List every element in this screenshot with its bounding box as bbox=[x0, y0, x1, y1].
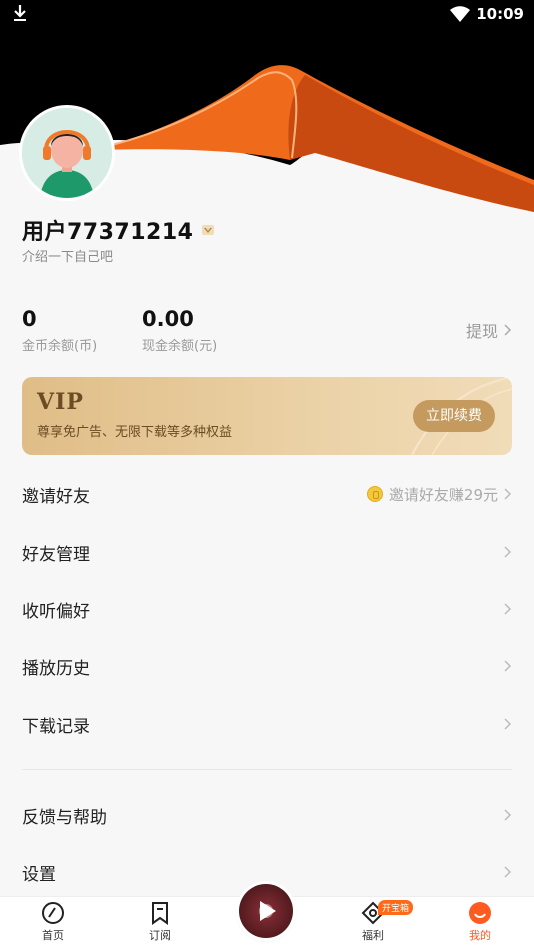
now-playing-button[interactable] bbox=[239, 884, 293, 938]
welfare-badge: 开宝箱 bbox=[378, 900, 414, 915]
mine-icon bbox=[469, 902, 491, 924]
username: 用户77371214 bbox=[22, 220, 194, 245]
withdraw-button[interactable]: 提现 bbox=[466, 318, 512, 342]
vip-level-icon bbox=[202, 225, 215, 235]
coin-balance[interactable]: 0 金币余额(币) bbox=[22, 307, 97, 354]
menu-settings-label: 设置 bbox=[22, 864, 56, 885]
tab-subscribe[interactable]: 订阅 bbox=[130, 900, 190, 943]
coin-balance-label: 金币余额(币) bbox=[22, 339, 98, 354]
download-icon bbox=[14, 5, 26, 21]
chevron-right-icon bbox=[504, 660, 512, 672]
chevron-right-icon bbox=[504, 809, 512, 821]
status-time: 10:09 bbox=[476, 5, 524, 23]
menu-divider bbox=[22, 769, 512, 770]
chevron-right-icon bbox=[504, 324, 512, 336]
menu-invite-friends-label: 邀请好友 bbox=[22, 486, 90, 507]
menu-listening-preferences-label: 收听偏好 bbox=[22, 601, 90, 622]
coin-icon bbox=[366, 486, 383, 502]
tab-mine-label: 我的 bbox=[469, 929, 491, 942]
chevron-right-icon bbox=[504, 546, 512, 558]
status-bar: 10:09 bbox=[0, 0, 534, 30]
renew-vip-button[interactable]: 立即续费 bbox=[413, 400, 495, 432]
tab-welfare-label: 福利 bbox=[362, 929, 384, 942]
chevron-right-icon bbox=[504, 603, 512, 615]
withdraw-label: 提现 bbox=[465, 322, 498, 341]
tab-home-label: 首页 bbox=[42, 929, 64, 942]
menu-friend-management[interactable]: 好友管理 bbox=[22, 534, 512, 570]
avatar[interactable] bbox=[22, 108, 112, 198]
cash-balance-value: 0.00 bbox=[142, 307, 194, 331]
cash-balance-label: 现金余额(元) bbox=[142, 339, 218, 354]
bottom-tab-bar: 首页 订阅 福利 开宝箱 我的 bbox=[0, 884, 534, 950]
tab-mine[interactable]: 我的 bbox=[450, 900, 510, 943]
invite-reward-hint: 邀请好友赚29元 bbox=[388, 485, 498, 504]
chevron-right-icon bbox=[504, 866, 512, 878]
vip-card[interactable]: VIP 尊享免广告、无限下载等多种权益 立即续费 bbox=[22, 377, 512, 455]
vip-description: 尊享免广告、无限下载等多种权益 bbox=[37, 425, 233, 440]
menu-friend-management-label: 好友管理 bbox=[22, 544, 90, 565]
chevron-right-icon bbox=[504, 488, 512, 500]
home-gauge-icon bbox=[42, 902, 64, 924]
vip-title: VIP bbox=[37, 389, 84, 415]
bookmark-icon bbox=[152, 902, 168, 925]
tab-subscribe-label: 订阅 bbox=[149, 929, 171, 942]
wifi-icon bbox=[450, 6, 471, 22]
tab-home[interactable]: 首页 bbox=[23, 900, 83, 943]
menu-invite-friends[interactable]: 邀请好友 邀请好友赚29元 bbox=[22, 476, 512, 512]
menu-download-records-label: 下载记录 bbox=[22, 716, 90, 737]
menu-feedback-help[interactable]: 反馈与帮助 bbox=[22, 797, 512, 833]
menu-play-history-label: 播放历史 bbox=[22, 658, 90, 679]
coin-balance-value: 0 bbox=[22, 307, 37, 331]
menu-play-history[interactable]: 播放历史 bbox=[22, 648, 512, 684]
avatar-illustration bbox=[22, 108, 112, 198]
play-icon bbox=[260, 901, 276, 921]
chevron-right-icon bbox=[504, 718, 512, 730]
bio-text[interactable]: 介绍一下自己吧 bbox=[22, 246, 113, 265]
menu-download-records[interactable]: 下载记录 bbox=[22, 706, 512, 742]
menu-feedback-help-label: 反馈与帮助 bbox=[22, 807, 107, 828]
cash-balance[interactable]: 0.00 现金余额(元) bbox=[142, 307, 217, 354]
menu-listening-preferences[interactable]: 收听偏好 bbox=[22, 591, 512, 627]
username-row[interactable]: 用户77371214 bbox=[22, 214, 215, 246]
